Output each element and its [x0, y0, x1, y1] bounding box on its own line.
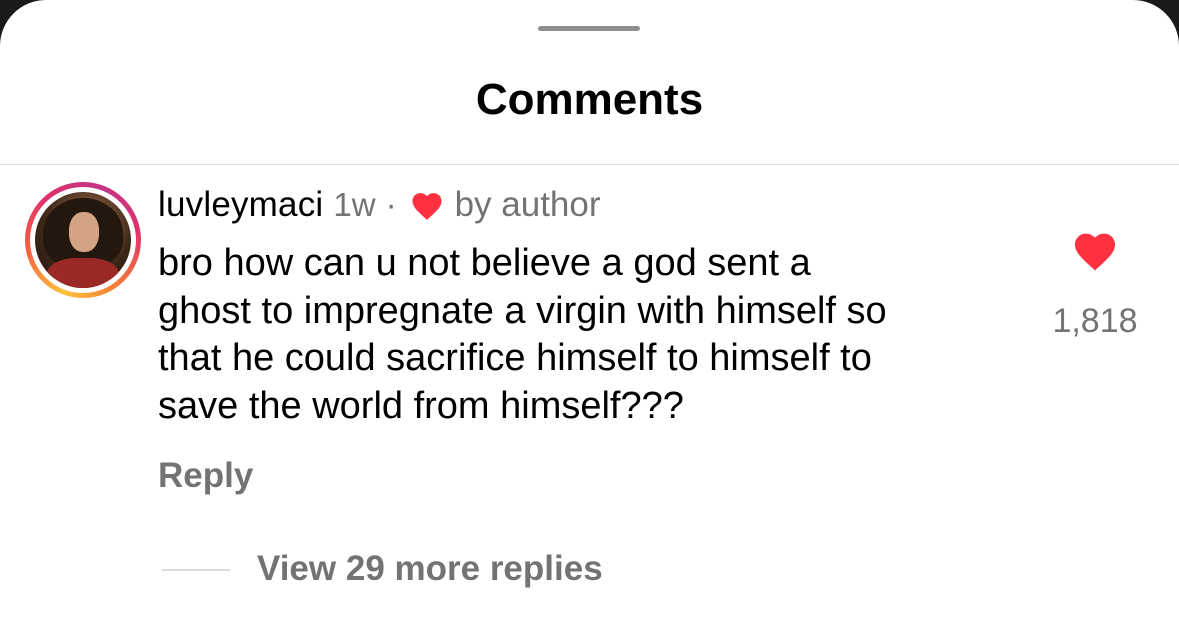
- header-divider: [0, 164, 1179, 165]
- comment-timestamp: 1w: [333, 186, 376, 223]
- sheet-title: Comments: [475, 75, 704, 124]
- comment-meta: luvleymaci 1w · by author: [158, 184, 601, 226]
- reply-button[interactable]: Reply: [158, 456, 253, 496]
- sheet-grabber-handle[interactable]: [538, 26, 640, 31]
- avatar: [35, 192, 131, 288]
- comment-line: ghost to impregnate a virgin with himsel…: [158, 289, 887, 332]
- comment-body: bro how can u not believe a god sent a g…: [158, 240, 1038, 430]
- comments-sheet: Comments luvleymaci 1w · by author bro h…: [0, 0, 1179, 639]
- replies-indent-line: [162, 569, 230, 571]
- comment-username[interactable]: luvleymaci: [158, 185, 323, 225]
- avatar-story-ring[interactable]: [25, 182, 141, 298]
- view-more-replies-button[interactable]: View 29 more replies: [257, 549, 603, 589]
- heart-icon: [409, 189, 445, 221]
- author-badge: by author: [454, 185, 601, 224]
- meta-separator: ·: [385, 186, 397, 223]
- comment-line: bro how can u not believe a god sent a: [158, 242, 811, 284]
- comment-line: that he could sacrifice himself to himse…: [158, 337, 872, 379]
- comment-line: save the world from himself???: [158, 384, 684, 427]
- like-heart-icon[interactable]: [1071, 228, 1119, 272]
- like-count: 1,818: [1052, 302, 1138, 340]
